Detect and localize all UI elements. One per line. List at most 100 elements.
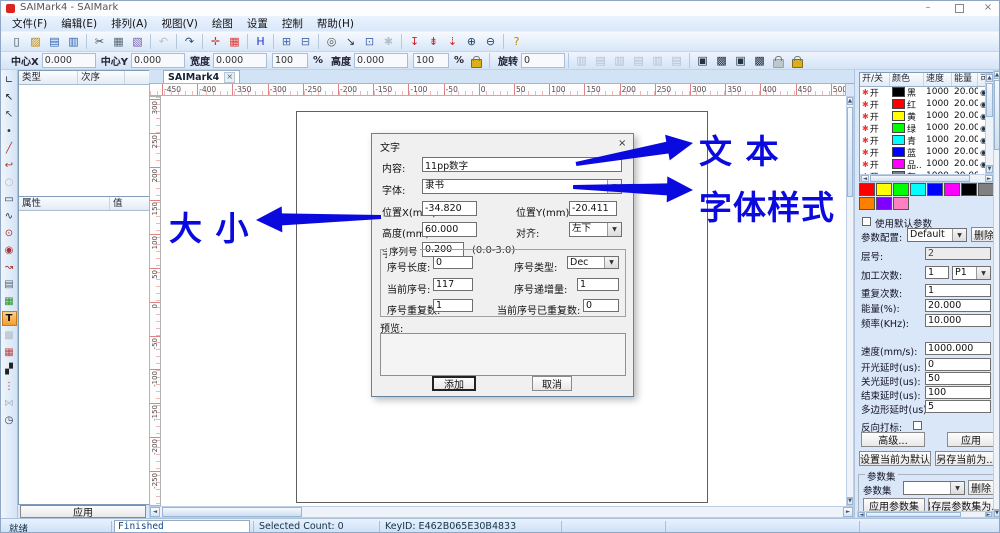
panel-vertical-scrollbar[interactable]: ▲ ▼ bbox=[993, 70, 1000, 518]
vertical-scroll-thumb[interactable] bbox=[847, 107, 853, 197]
font-dropdown[interactable]: 隶书 ▼ bbox=[422, 179, 622, 194]
scroll-right-icon[interactable]: ► bbox=[985, 175, 993, 182]
reverse-mark-checkbox[interactable] bbox=[913, 421, 922, 430]
vertical-scroll-thumb[interactable] bbox=[994, 80, 1000, 150]
chevron-down-icon[interactable]: ▼ bbox=[607, 223, 621, 236]
apply-properties-button[interactable]: 应用 bbox=[20, 505, 146, 518]
laser-on-delay-field[interactable] bbox=[925, 358, 991, 371]
document-tool[interactable]: ▤ bbox=[2, 277, 17, 292]
send-back-icon[interactable]: ▩ bbox=[751, 53, 768, 69]
menu-item-5[interactable]: 设置 bbox=[240, 16, 275, 31]
position-x-field[interactable] bbox=[422, 201, 477, 216]
zoom-out-icon[interactable]: ⊖ bbox=[482, 34, 499, 50]
line-tool[interactable]: ╱ bbox=[2, 141, 17, 156]
sn-step-field[interactable] bbox=[577, 278, 619, 291]
pen-row[interactable]: ✱开红100020.00◉ bbox=[860, 98, 994, 110]
delay-tool[interactable]: ◷ bbox=[2, 413, 17, 428]
end-delay-field[interactable] bbox=[925, 386, 991, 399]
menu-item-1[interactable]: 编辑(E) bbox=[54, 16, 104, 31]
ungroup-icon[interactable]: ▩ bbox=[713, 53, 730, 69]
horizontal-scroll-thumb[interactable] bbox=[162, 507, 302, 517]
image-tool[interactable]: ▦ bbox=[2, 294, 17, 309]
zoom-select-icon[interactable]: ◎ bbox=[323, 34, 340, 50]
scroll-down-icon[interactable]: ▼ bbox=[986, 165, 993, 173]
paste-icon[interactable]: ▧ bbox=[129, 34, 146, 50]
center-y-field[interactable] bbox=[131, 53, 185, 68]
height-field[interactable] bbox=[354, 53, 408, 68]
pass-select-dropdown[interactable]: P1 ▼ bbox=[952, 266, 991, 280]
pen-row[interactable]: ✱开黑100020.00◉ bbox=[860, 86, 994, 98]
property-column-header[interactable]: 属性 bbox=[19, 197, 110, 210]
menu-item-0[interactable]: 文件(F) bbox=[5, 16, 54, 31]
pick-icon[interactable]: ↘ bbox=[342, 34, 359, 50]
node-edit-icon[interactable]: ✛ bbox=[207, 34, 224, 50]
delete-paramset-button[interactable]: 删除 bbox=[968, 480, 994, 495]
scroll-up-icon[interactable]: ▲ bbox=[986, 74, 993, 82]
mark-quick-icon[interactable]: ⇣ bbox=[444, 34, 461, 50]
scroll-right-icon[interactable]: ► bbox=[843, 507, 853, 517]
palette-color-swatch[interactable] bbox=[893, 183, 909, 196]
multi-select-tool[interactable]: ↖ bbox=[2, 107, 17, 122]
pen-row[interactable]: ✱开绿100020.00◉ bbox=[860, 122, 994, 134]
value-column-header[interactable]: 值 bbox=[110, 197, 149, 210]
mark-serial-icon[interactable]: ⇟ bbox=[425, 34, 442, 50]
pen-table[interactable]: 开/关颜色速度能量可.. ✱开黑100020.00◉✱开红100020.00◉✱… bbox=[859, 72, 995, 182]
scroll-left-icon[interactable]: ◄ bbox=[861, 175, 869, 182]
param-config-dropdown[interactable]: Default ▼ bbox=[907, 228, 967, 242]
group-icon[interactable]: ▣ bbox=[694, 53, 711, 69]
chevron-down-icon[interactable]: ▼ bbox=[604, 257, 618, 268]
scroll-left-icon[interactable]: ◄ bbox=[858, 512, 865, 517]
pen-row[interactable]: ✱开蓝100020.00◉ bbox=[860, 146, 994, 158]
hatch-tool[interactable]: ▦ bbox=[2, 345, 17, 360]
set-default-button[interactable]: 设置当前为默认 bbox=[859, 451, 931, 466]
maximize-button[interactable] bbox=[955, 4, 964, 13]
menu-item-3[interactable]: 视图(V) bbox=[154, 16, 204, 31]
property-list[interactable]: 属性 值 bbox=[18, 196, 150, 505]
menu-item-6[interactable]: 控制 bbox=[275, 16, 310, 31]
polyline-tool[interactable]: ↩ bbox=[2, 158, 17, 173]
align-icon[interactable]: ⊞ bbox=[278, 34, 295, 50]
preview-icon[interactable]: ⊡ bbox=[361, 34, 378, 50]
palette-color-swatch[interactable] bbox=[859, 183, 875, 196]
sn-current-field[interactable] bbox=[433, 278, 473, 291]
palette-color-swatch[interactable] bbox=[978, 183, 994, 196]
text-tool[interactable]: T bbox=[2, 311, 17, 326]
polygon-delay-field[interactable] bbox=[925, 400, 991, 413]
rotate-field[interactable] bbox=[521, 53, 565, 68]
palette-color-swatch[interactable] bbox=[961, 183, 977, 196]
palette-color-swatch[interactable] bbox=[876, 183, 892, 196]
array-copy-icon[interactable]: ▦ bbox=[226, 34, 243, 50]
menu-item-4[interactable]: 绘图 bbox=[205, 16, 240, 31]
unlock-icon[interactable] bbox=[792, 59, 803, 68]
laser-off-delay-field[interactable] bbox=[925, 372, 991, 385]
type-column-header[interactable]: 类型 bbox=[19, 71, 78, 84]
center-x-field[interactable] bbox=[42, 53, 96, 68]
frequency-field[interactable] bbox=[925, 314, 991, 327]
horizontal-scroll-thumb[interactable] bbox=[866, 512, 961, 517]
chevron-down-icon[interactable]: ▼ bbox=[950, 482, 964, 494]
chevron-down-icon[interactable]: ▼ bbox=[976, 267, 990, 279]
save-current-as-button[interactable]: 另存当前为... bbox=[935, 451, 997, 466]
cancel-button[interactable]: 取消 bbox=[532, 376, 572, 391]
height-field[interactable] bbox=[422, 222, 477, 237]
scroll-left-icon[interactable]: ◄ bbox=[150, 507, 160, 517]
palette-color-swatch[interactable] bbox=[910, 183, 926, 196]
chevron-down-icon[interactable]: ▼ bbox=[607, 180, 621, 193]
node-edit-tool[interactable]: ∟ bbox=[2, 73, 17, 88]
process-times-field[interactable] bbox=[925, 266, 949, 279]
cut-icon[interactable]: ✂ bbox=[91, 34, 108, 50]
redo-icon[interactable]: ↷ bbox=[181, 34, 198, 50]
document-tab[interactable]: SAIMark4 × bbox=[163, 70, 240, 84]
horizontal-scroll-thumb[interactable] bbox=[870, 175, 970, 182]
barcode-tool[interactable]: ▞ bbox=[2, 362, 17, 377]
fill-params-icon[interactable]: H bbox=[252, 34, 269, 50]
use-default-checkbox[interactable] bbox=[862, 217, 871, 226]
close-button[interactable]: × bbox=[977, 1, 999, 14]
content-field[interactable] bbox=[422, 157, 622, 172]
ellipse-tool[interactable]: ◉ bbox=[2, 243, 17, 258]
palette-color-swatch[interactable] bbox=[876, 197, 892, 210]
apply-params-button[interactable]: 应用 bbox=[947, 432, 995, 447]
palette-color-swatch[interactable] bbox=[893, 197, 909, 210]
sn-repeat-field[interactable] bbox=[433, 299, 473, 312]
speed-field[interactable] bbox=[925, 342, 991, 355]
